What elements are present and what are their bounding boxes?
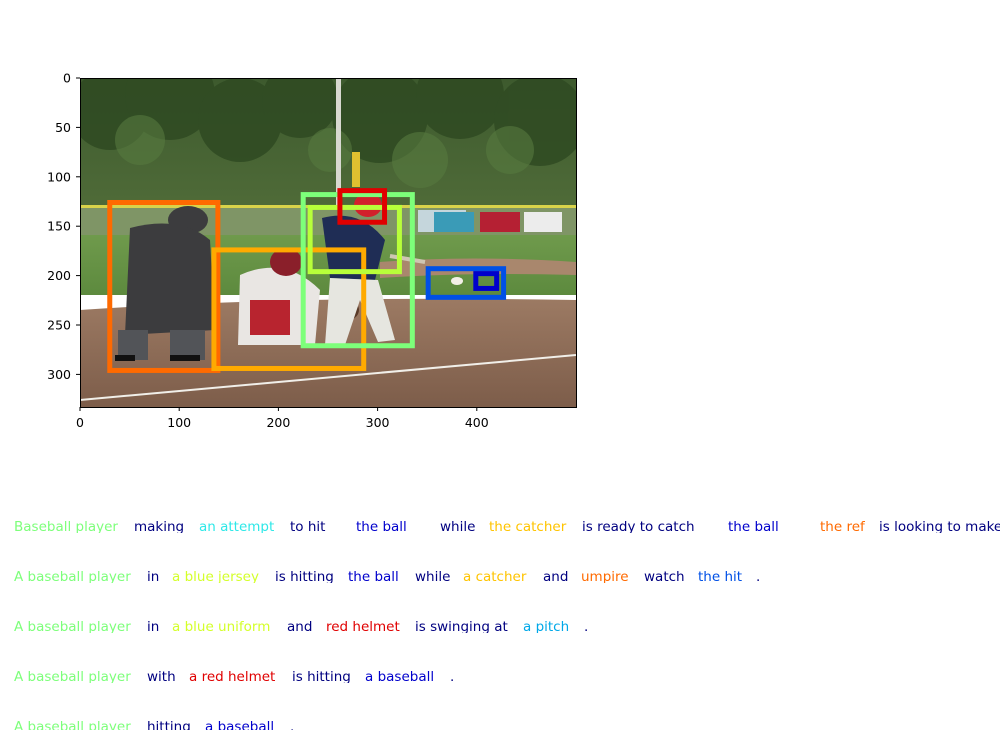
caption-segment: in: [147, 619, 160, 633]
caption-segment: .: [290, 719, 295, 730]
caption-segment: a baseball: [365, 669, 435, 683]
caption-segment: A baseball player: [14, 719, 131, 730]
caption-segment: A baseball player: [14, 619, 131, 633]
caption-line: A baseball player with a red helmet is hitt…: [14, 667, 1000, 683]
caption-segment: the ref: [820, 519, 865, 533]
caption-segment: a red helmet: [189, 669, 276, 683]
caption-segment: red helmet: [326, 619, 400, 633]
caption-segment: a catcher: [463, 569, 527, 583]
caption-segment: a pitch: [523, 619, 570, 633]
caption-line: A baseball player hitting a baseball.: [14, 717, 1000, 730]
caption-segment: the ball: [348, 569, 399, 583]
caption-segment: is hitting: [292, 669, 351, 683]
caption-segment: with: [147, 669, 176, 683]
caption-segment: the ball: [356, 519, 407, 533]
caption-segment: the catcher: [489, 519, 567, 533]
caption-segment: a blue uniform: [172, 619, 271, 633]
caption-segment: .: [450, 669, 455, 683]
caption-segment: A baseball player: [14, 569, 131, 583]
caption-line: Baseball player making an attempt to hit the…: [14, 517, 1000, 533]
caption-segment: a baseball: [205, 719, 275, 730]
caption-segment: umpire: [581, 569, 629, 583]
caption-segment: and: [543, 569, 569, 583]
caption-segment: watch: [644, 569, 685, 583]
caption-line: A baseball player in a blue jersey is hitti…: [14, 567, 1000, 583]
caption-segment: in: [147, 569, 160, 583]
caption-segment: .: [584, 619, 589, 633]
caption-segment: while: [440, 519, 476, 533]
caption-segment: Baseball player: [14, 519, 118, 533]
caption-segment: an attempt: [199, 519, 275, 533]
caption-segment: the hit: [698, 569, 743, 583]
caption-segment: to hit: [290, 519, 326, 533]
caption-segment: is swinging at: [415, 619, 508, 633]
caption-segment: the ball: [728, 519, 779, 533]
caption-segment: A baseball player: [14, 669, 131, 683]
caption-list: Baseball player making an attempt to hit the…: [0, 0, 1000, 730]
caption-segment: is hitting: [275, 569, 334, 583]
caption-segment: and: [287, 619, 313, 633]
caption-segment: is looking to make: [879, 519, 1000, 533]
caption-line: A baseball player in a blue uniform and red …: [14, 617, 1000, 633]
caption-segment: .: [756, 569, 761, 583]
caption-segment: a blue jersey: [172, 569, 259, 583]
caption-segment: making: [134, 519, 185, 533]
caption-segment: hitting: [147, 719, 191, 730]
caption-segment: while: [415, 569, 451, 583]
caption-segment: is ready to catch: [582, 519, 695, 533]
